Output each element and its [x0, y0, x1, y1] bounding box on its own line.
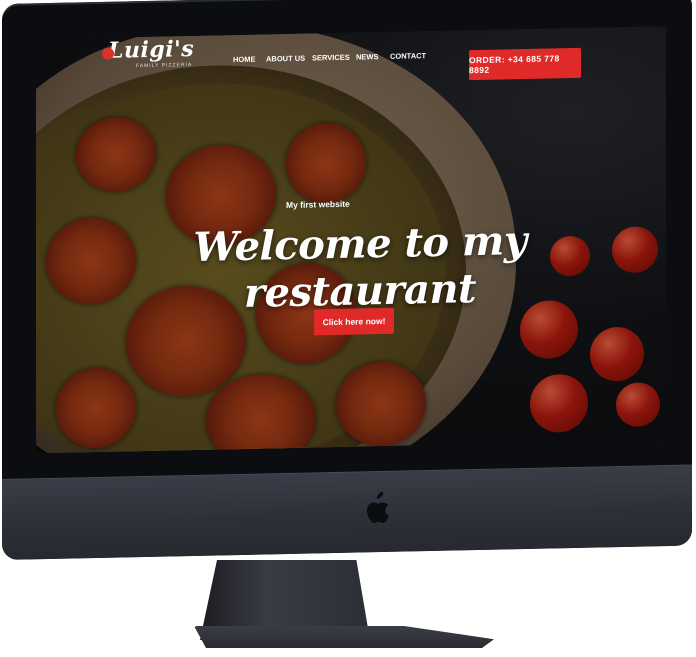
nav-home[interactable]: HOME — [233, 55, 256, 64]
nav-services[interactable]: SERVICES — [312, 53, 350, 63]
cta-button[interactable]: Click here now! — [314, 307, 394, 336]
logo-text: Luigi's — [108, 35, 195, 64]
nav-about-us[interactable]: ABOUT US — [266, 54, 305, 64]
nav-news[interactable]: NEWS — [356, 52, 379, 61]
site-logo[interactable]: Luigi's — [102, 35, 195, 64]
browser-screen: Luigi's FAMILY PIZZERIA HOME ABOUT US SE… — [36, 26, 666, 454]
imac-stand-base — [194, 626, 494, 648]
hero-subtitle: My first website — [286, 198, 350, 211]
imac-monitor: Luigi's FAMILY PIZZERIA HOME ABOUT US SE… — [2, 0, 692, 560]
logo-subtitle: FAMILY PIZZERIA — [136, 62, 193, 70]
monitor-chin — [2, 464, 692, 560]
hero-title: Welcome to my restaurant — [193, 217, 527, 317]
apple-icon — [366, 492, 389, 524]
nav-contact[interactable]: CONTACT — [390, 51, 426, 61]
order-phone-button[interactable]: ORDER: +34 685 778 8892 — [469, 47, 581, 81]
